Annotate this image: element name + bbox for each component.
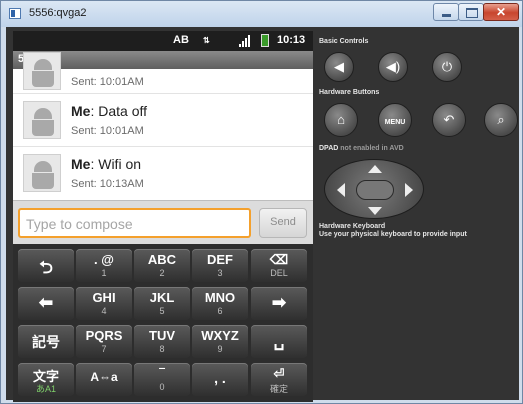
window-title: 5556:qvga2	[29, 7, 87, 19]
key-delete[interactable]: ⌫ DEL	[251, 249, 307, 282]
dpad-title: DPAD not enabled in AVD	[319, 145, 404, 152]
status-indicator: AB	[173, 34, 189, 46]
delete-icon: ⌫	[269, 252, 289, 267]
key-5[interactable]: JKL 5	[134, 287, 190, 320]
message-list[interactable]: Sent: 10:01AM Me: Data off Sent: 10:01AM…	[13, 52, 313, 200]
compose-placeholder: Type to compose	[26, 216, 133, 232]
key-punctuation[interactable]: , .	[192, 363, 248, 396]
battery-icon	[261, 34, 269, 47]
app-window-icon	[9, 8, 21, 19]
key-case-toggle[interactable]: A⇔a	[76, 363, 132, 396]
emulator-body: AB ⇅ 10:13 5554 Sent: 10:01AM Me: Data	[6, 27, 519, 402]
message-item[interactable]: Me: Data off Sent: 10:01AM	[13, 94, 313, 147]
status-bar: AB ⇅ 10:13	[13, 31, 313, 51]
key-1[interactable]: . @1	[76, 249, 132, 282]
message-time: Sent: 10:01AM	[71, 125, 144, 137]
back-icon: ↶	[443, 112, 455, 127]
compose-bar: Type to compose Send	[13, 200, 313, 245]
device-screen: AB ⇅ 10:13 5554 Sent: 10:01AM Me: Data	[13, 31, 313, 402]
volume-down-button[interactable]: ◀	[324, 52, 354, 82]
message-text: Me: Data off	[71, 103, 148, 119]
emulator-controls-panel: Basic Controls ◀ ◀) ⏻ Hardware Buttons ⌂…	[319, 37, 518, 238]
dpad-up-icon	[368, 165, 382, 173]
status-time: 10:13	[277, 34, 306, 46]
hardware-keyboard-title: Hardware Keyboard	[319, 223, 386, 230]
enter-icon: ⏎	[273, 366, 285, 381]
hardware-buttons-title: Hardware Buttons	[319, 89, 380, 96]
back-button[interactable]: ↶	[432, 103, 466, 137]
avatar	[23, 101, 61, 139]
signal-icon	[239, 35, 253, 47]
home-button[interactable]: ⌂	[324, 103, 358, 137]
key-9[interactable]: WXYZ 9	[192, 325, 248, 358]
power-button[interactable]: ⏻	[432, 52, 462, 82]
message-time: Sent: 10:01AM	[71, 76, 144, 88]
dpad-left-icon	[337, 183, 345, 197]
back-arrow-icon: ⮌	[39, 258, 53, 277]
maximize-button[interactable]	[458, 3, 484, 21]
message-text: Me: Wifi on	[71, 156, 142, 172]
dpad-center	[356, 180, 394, 200]
dpad	[324, 159, 424, 219]
home-icon: ⌂	[337, 112, 345, 127]
close-icon: ✕	[495, 5, 507, 19]
dpad-down-icon	[368, 207, 382, 215]
search-icon: ⌕	[497, 112, 505, 127]
key-input-mode[interactable]: 文字 あA1	[18, 363, 74, 396]
close-button[interactable]: ✕	[483, 3, 519, 21]
power-icon: ⏻	[441, 59, 453, 74]
key-7[interactable]: PQRS 7	[76, 325, 132, 358]
send-button[interactable]: Send	[259, 208, 307, 238]
key-symbols[interactable]: 記号	[18, 325, 74, 358]
avatar	[23, 52, 61, 90]
minimize-button[interactable]	[433, 3, 459, 21]
avatar	[23, 154, 61, 192]
right-arrow-icon: ➡	[271, 293, 287, 312]
soft-keyboard: ⮌ . @1 ABC 2 DEF 3 ⌫ DEL ⬅ GHI 4 JKL 5 MNO 6 ➡…	[13, 244, 313, 402]
volume-up-icon: ◀)	[385, 59, 401, 74]
key-8[interactable]: TUV 8	[134, 325, 190, 358]
menu-button[interactable]: MENU	[378, 103, 412, 137]
compose-input[interactable]: Type to compose	[18, 208, 251, 238]
key-enter[interactable]: ⏎ 確定	[251, 363, 307, 396]
key-6[interactable]: MNO 6	[192, 287, 248, 320]
space-icon: ␣	[273, 331, 285, 350]
window-titlebar[interactable]: 5556:qvga2 ✕	[1, 1, 522, 27]
key-left[interactable]: ⬅	[18, 287, 74, 320]
key-back[interactable]: ⮌	[18, 249, 74, 282]
hardware-keyboard-note: Use your physical keyboard to provide in…	[319, 231, 467, 238]
key-4[interactable]: GHI 4	[76, 287, 132, 320]
key-0[interactable]: ‾ 0	[134, 363, 190, 396]
network-icon: ⇅	[203, 36, 210, 45]
message-item[interactable]: Me: Wifi on Sent: 10:13AM	[13, 147, 313, 200]
emulator-window: 5556:qvga2 ✕ AB ⇅ 10:13 5554 Sent: 10	[0, 0, 523, 404]
volume-up-button[interactable]: ◀)	[378, 52, 408, 82]
left-arrow-icon: ⬅	[38, 293, 54, 312]
key-3[interactable]: DEF 3	[192, 249, 248, 282]
volume-down-icon: ◀	[334, 59, 344, 74]
dpad-right-icon	[405, 183, 413, 197]
message-item[interactable]: Sent: 10:01AM	[13, 49, 313, 94]
key-space[interactable]: ␣	[251, 325, 307, 358]
basic-controls-title: Basic Controls	[319, 38, 369, 45]
send-label: Send	[270, 216, 296, 228]
key-2[interactable]: ABC 2	[134, 249, 190, 282]
search-button[interactable]: ⌕	[484, 103, 518, 137]
message-time: Sent: 10:13AM	[71, 178, 144, 190]
key-right[interactable]: ➡	[251, 287, 307, 320]
